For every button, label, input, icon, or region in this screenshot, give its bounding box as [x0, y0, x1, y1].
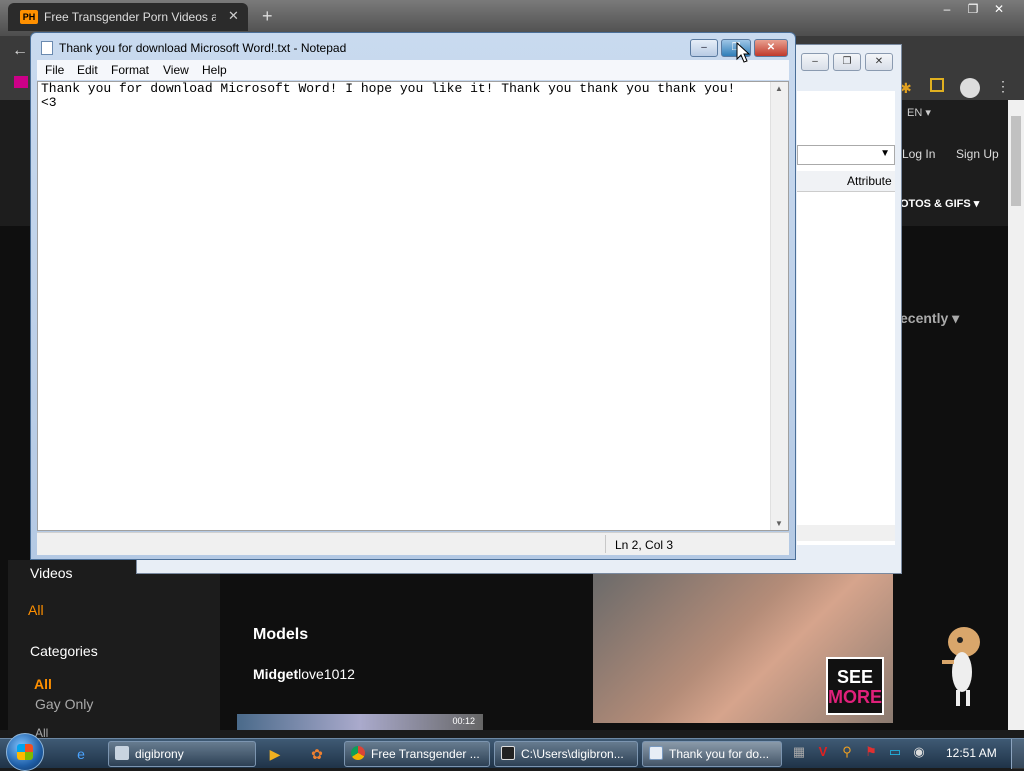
menu-format[interactable]: Format [111, 63, 149, 77]
bookmark-icon[interactable] [14, 76, 28, 88]
browser-window-controls: – ❐ ✕ [934, 2, 1012, 16]
cursor-position: Ln 2, Col 3 [615, 538, 674, 552]
model-link[interactable]: Midgetlove1012 [253, 666, 355, 682]
menu-view[interactable]: View [163, 63, 189, 77]
user-icon [115, 746, 129, 760]
taskbar-item-chrome[interactable]: Free Transgender ... [344, 741, 490, 767]
page-scrollbar-thumb[interactable] [1011, 116, 1021, 206]
taskbar: e digibrony ▶ ✿ Free Transgender ... C:\… [0, 733, 1024, 771]
7zip-icon [501, 746, 515, 760]
more-label: MORE [828, 687, 882, 707]
advertisement-banner[interactable]: SEE MORE [593, 573, 893, 723]
explorer-horizontal-scrollbar[interactable] [797, 525, 895, 541]
menu-edit[interactable]: Edit [77, 63, 98, 77]
taskbar-item-label: digibrony [135, 747, 184, 761]
explorer-close-button[interactable]: ✕ [865, 53, 893, 71]
notepad-icon [649, 746, 663, 760]
browser-minimize-button[interactable]: – [934, 2, 960, 16]
taskbar-item-label: Free Transgender ... [371, 747, 480, 761]
column-header-label: Attribute [847, 174, 892, 188]
system-clock[interactable]: 12:51 AM [946, 746, 997, 760]
scroll-up-icon[interactable]: ▲ [775, 84, 783, 93]
minimize-button[interactable]: – [690, 39, 718, 57]
sidebar-categories[interactable]: Categories [30, 643, 98, 659]
nav-photos-gifs[interactable]: OTOS & GIFS ▾ [900, 197, 979, 210]
taskbar-item-user[interactable]: digibrony [108, 741, 256, 767]
new-tab-button[interactable]: + [262, 6, 273, 27]
flag-tray-icon[interactable]: ⚑ [862, 743, 880, 761]
explorer-dropdown[interactable]: ▼ [797, 145, 895, 165]
menu-bar: File Edit Format View Help [37, 60, 789, 80]
system-tray: ▦ V ⚲ ⚑ ▭ ◉ [790, 743, 934, 765]
profile-avatar-icon[interactable] [960, 78, 980, 98]
editor-vertical-scrollbar[interactable]: ▲ ▼ [770, 82, 788, 530]
notepad-icon [41, 41, 53, 55]
antivirus-icon[interactable]: V [814, 743, 832, 761]
chevron-down-icon: ▼ [880, 148, 890, 159]
column-header-attributes[interactable]: Attribute [797, 171, 895, 192]
mouse-pointer-icon [736, 42, 750, 63]
sidebar-all-videos[interactable]: All [28, 602, 44, 618]
display-tray-icon[interactable]: ▭ [886, 743, 904, 761]
close-button[interactable]: ✕ [754, 39, 788, 57]
browser-menu-icon[interactable]: ⋮ [996, 78, 1010, 95]
document-text[interactable]: Thank you for download Microsoft Word! I… [41, 82, 769, 109]
taskbar-item-folder[interactable]: C:\Users\digibron... [494, 741, 638, 767]
page-scrollbar[interactable] [1008, 100, 1024, 730]
volume-icon[interactable]: ◉ [910, 743, 928, 761]
explorer-window-controls: – ❐ ✕ [797, 51, 893, 71]
model-name-bold: Midget [253, 666, 299, 682]
start-button[interactable] [6, 733, 44, 771]
status-divider [605, 535, 606, 553]
explorer-minimize-button[interactable]: – [801, 53, 829, 71]
browser-close-button[interactable]: ✕ [986, 2, 1012, 16]
text-editor-area[interactable]: Thank you for download Microsoft Word! I… [37, 81, 789, 531]
site-favicon: PH [20, 10, 38, 24]
status-bar: Ln 2, Col 3 [37, 532, 789, 555]
model-name-rest: love1012 [298, 666, 355, 682]
back-arrow-icon[interactable]: ← [12, 42, 28, 60]
menu-file[interactable]: File [45, 63, 64, 77]
scroll-down-icon[interactable]: ▼ [775, 519, 783, 528]
window-title: Thank you for download Microsoft Word!.t… [59, 41, 347, 55]
explorer-maximize-button[interactable]: ❐ [833, 53, 861, 71]
dancing-hamster-image [942, 627, 980, 706]
search-tray-icon[interactable]: ⚲ [838, 743, 856, 761]
sidebar-gay-only[interactable]: Gay Only [35, 696, 93, 712]
network-icon[interactable]: ▦ [790, 743, 808, 761]
windows-logo-icon [17, 744, 33, 760]
browser-maximize-button[interactable]: ❐ [960, 2, 986, 16]
notepad-window[interactable]: Thank you for download Microsoft Word!.t… [30, 32, 796, 560]
taskbar-item-label: Thank you for do... [669, 747, 770, 761]
chrome-icon [351, 746, 365, 760]
taskbar-item-label: C:\Users\digibron... [521, 747, 624, 761]
browser-tab-strip: PH Free Transgender Porn Videos a ✕ + – ❐… [0, 0, 1024, 36]
see-label: SEE [836, 667, 874, 687]
tab-title: Free Transgender Porn Videos a [44, 10, 216, 24]
language-selector[interactable]: EN ▾ [907, 106, 931, 119]
paint-app-icon[interactable]: ✿ [306, 743, 328, 765]
video-thumbnail[interactable]: 00:12 [237, 714, 483, 730]
sidebar: Videos All Categories All Gay Only All [8, 560, 220, 740]
browser-tab[interactable]: PH Free Transgender Porn Videos a ✕ [8, 3, 248, 31]
taskbar-item-notepad[interactable]: Thank you for do... [642, 741, 782, 767]
tab-close-icon[interactable]: ✕ [228, 8, 239, 24]
see-more-badge[interactable]: SEE MORE [826, 657, 884, 715]
menu-help[interactable]: Help [202, 63, 227, 77]
sidebar-all-categories[interactable]: All [34, 676, 52, 692]
signup-link[interactable]: Sign Up [956, 147, 999, 161]
sort-dropdown[interactable]: ecently ▾ [900, 310, 959, 327]
internet-explorer-icon[interactable]: e [70, 743, 92, 765]
sidebar-videos[interactable]: Videos [30, 565, 73, 581]
login-link[interactable]: Log In [902, 147, 935, 161]
media-player-icon[interactable]: ▶ [264, 743, 286, 765]
models-heading: Models [253, 626, 309, 643]
extension-square-icon[interactable] [930, 78, 944, 92]
video-duration: 00:12 [452, 716, 475, 726]
show-desktop-button[interactable] [1011, 739, 1024, 769]
